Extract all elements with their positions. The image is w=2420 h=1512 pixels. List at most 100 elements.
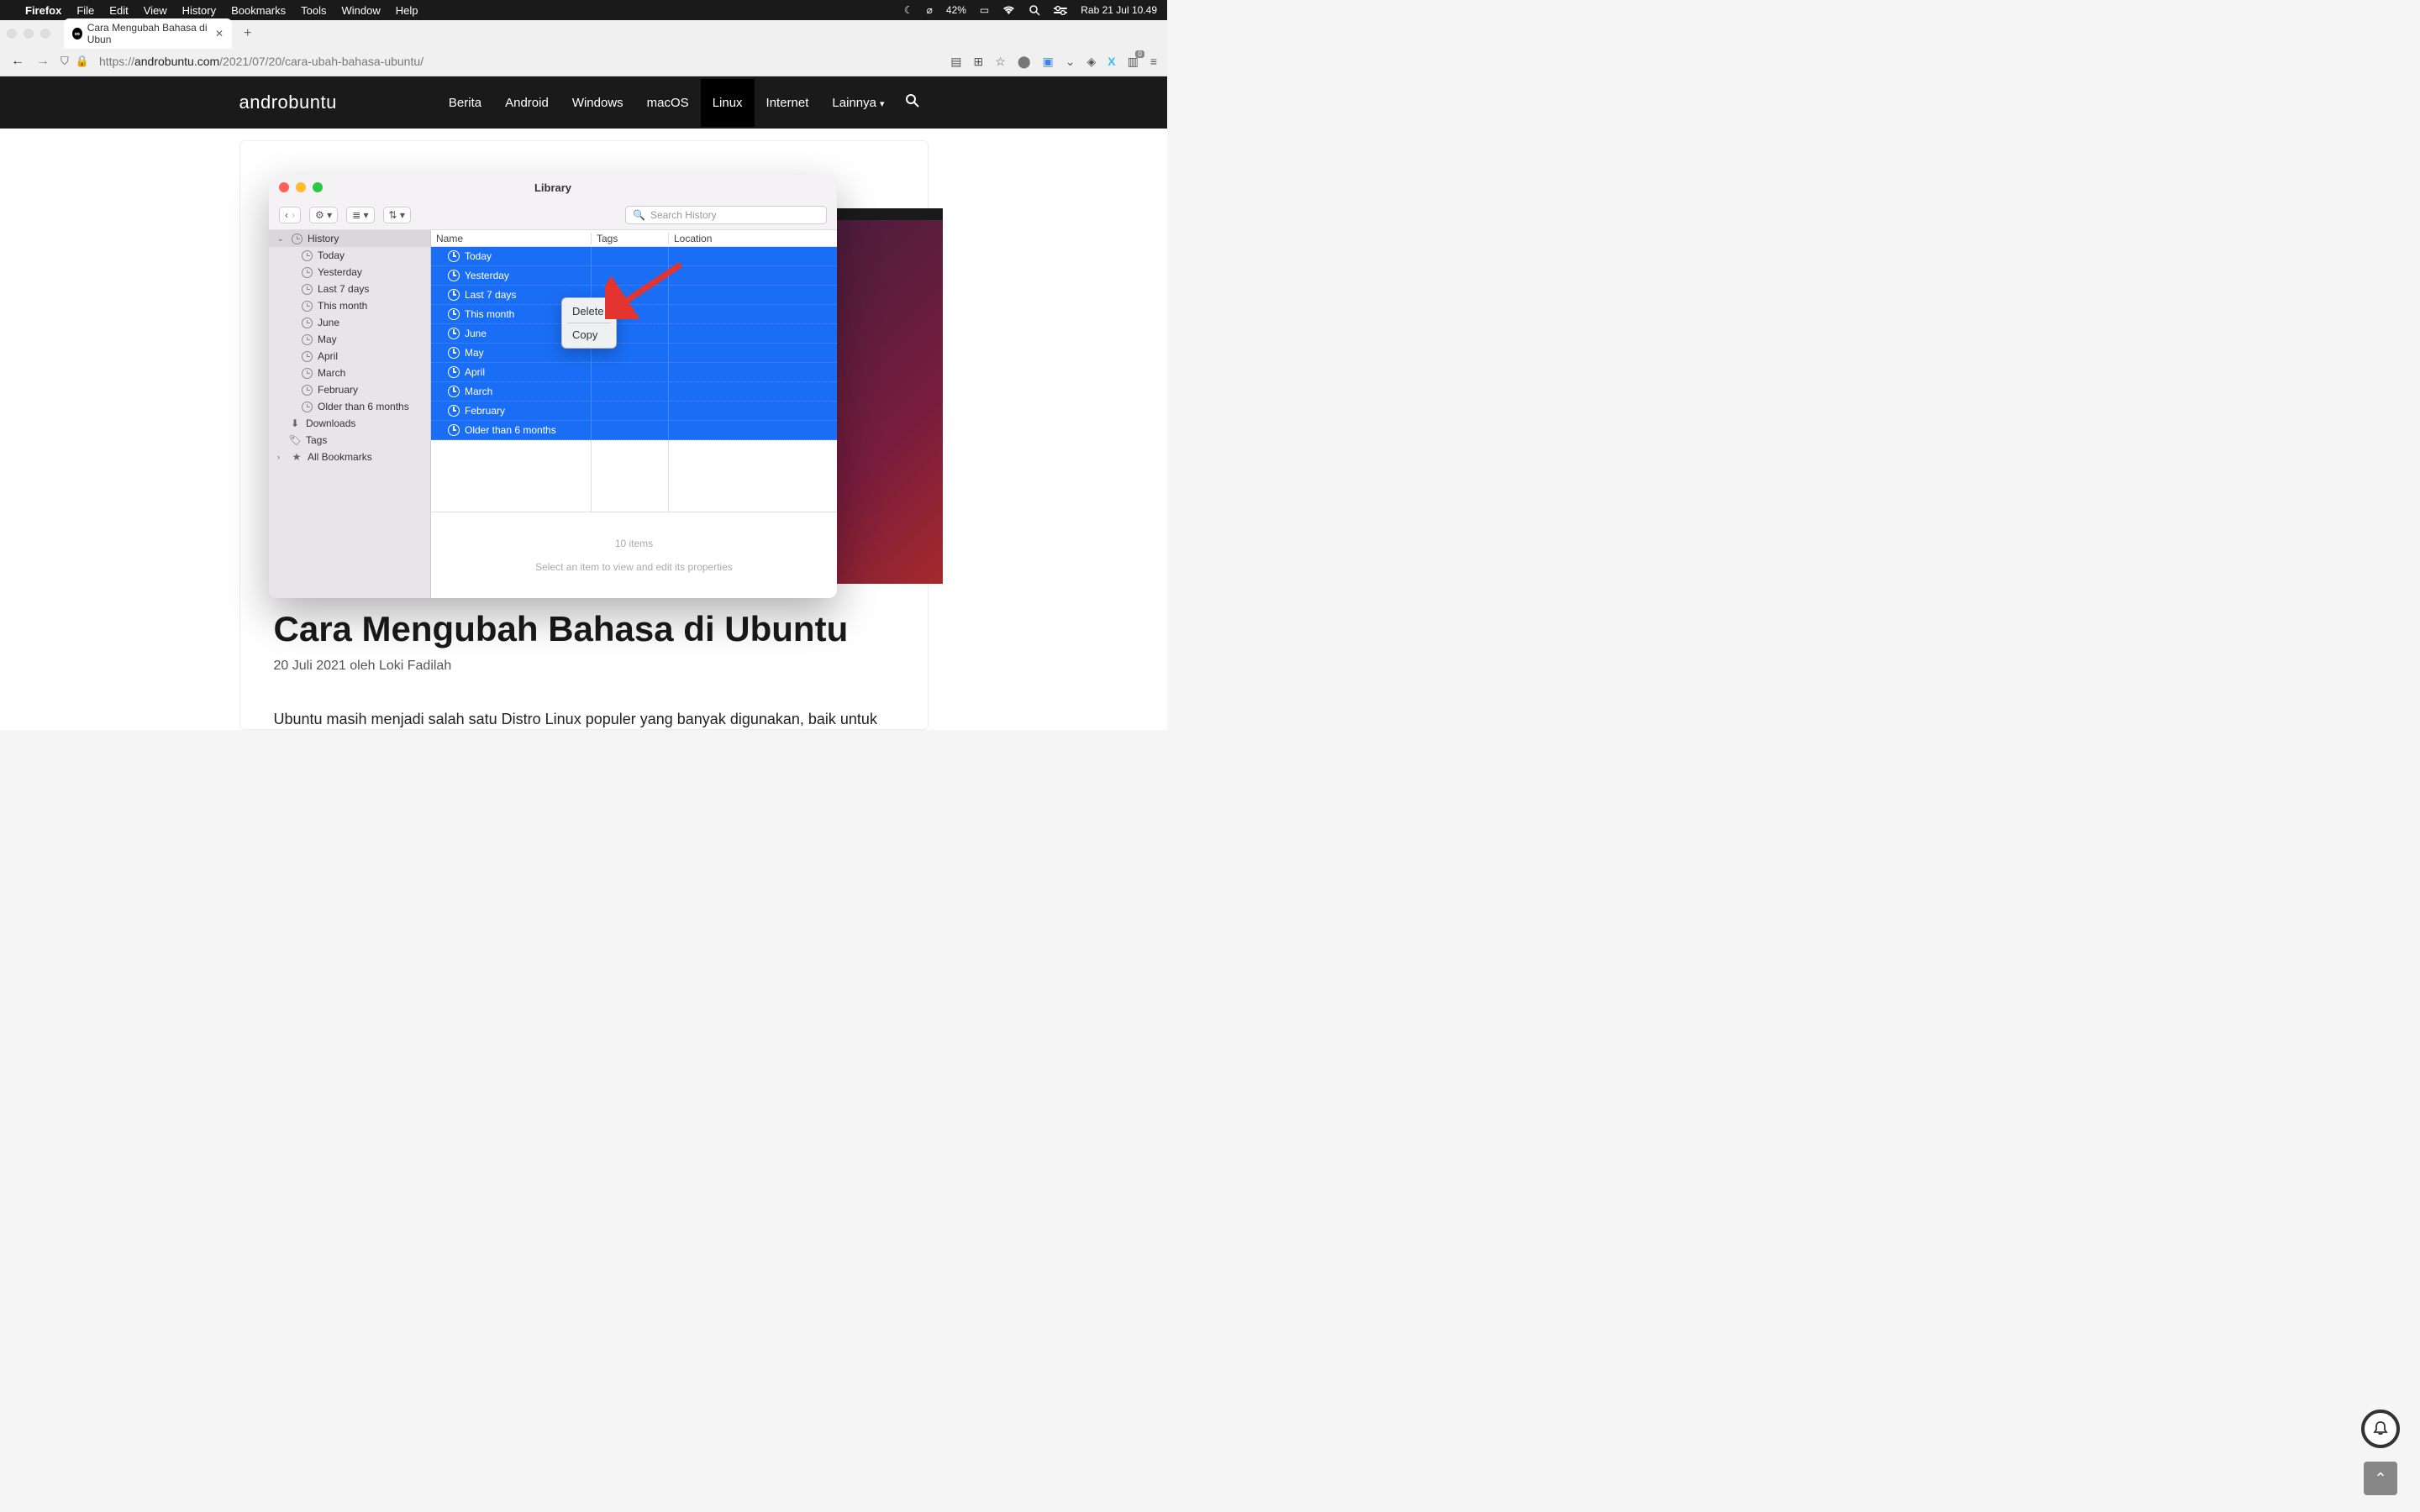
sidebar-older[interactable]: Older than 6 months — [269, 398, 430, 415]
notification-bell-button[interactable] — [2361, 1410, 2400, 1448]
library-item-count: 10 items — [431, 538, 837, 549]
library-button[interactable]: ▥0 — [1128, 55, 1139, 69]
extension-1-icon[interactable]: ⬤ — [1018, 55, 1031, 69]
nav-windows[interactable]: Windows — [560, 79, 635, 127]
library-toolbar: ‹ › ⚙︎ ▾ ≣ ▾ ⇅ ▾ 🔍 Search History — [269, 200, 837, 230]
menu-file[interactable]: File — [76, 4, 94, 17]
table-row[interactable]: Today — [431, 247, 837, 266]
sidebar-all-bookmarks[interactable]: ›★All Bookmarks — [269, 449, 430, 465]
article-author[interactable]: Loki Fadilah — [379, 659, 451, 673]
library-back-button[interactable]: ‹ — [285, 209, 288, 221]
table-row[interactable]: June — [431, 324, 837, 344]
sidebar-last-7-days[interactable]: Last 7 days — [269, 281, 430, 297]
library-main: Name Tags Location Today Yesterday Last … — [431, 230, 837, 598]
library-views-button[interactable]: ≣ ▾ — [346, 207, 374, 223]
sidebar-march[interactable]: March — [269, 365, 430, 381]
menubar-right: ☾ ⌀ 42% ▭ Rab 21 Jul 10.49 — [904, 4, 1157, 16]
menu-help[interactable]: Help — [396, 4, 418, 17]
menu-bookmarks[interactable]: Bookmarks — [231, 4, 286, 17]
table-row[interactable]: February — [431, 402, 837, 421]
menu-edit[interactable]: Edit — [109, 4, 128, 17]
sidebar-history[interactable]: ⌄ History — [269, 230, 430, 247]
menu-window[interactable]: Window — [342, 4, 381, 17]
library-nav-group: ‹ › — [279, 207, 301, 223]
battery-icon[interactable]: ▭ — [980, 4, 989, 16]
nav-forward-button[interactable]: → — [35, 54, 50, 69]
control-center-icon[interactable] — [1054, 6, 1067, 15]
library-empty-area[interactable] — [431, 440, 837, 512]
browser-tab[interactable]: ∞ Cara Mengubah Bahasa di Ubun ✕ — [64, 18, 232, 49]
spotlight-icon[interactable] — [1028, 4, 1040, 16]
site-search-button[interactable] — [897, 93, 929, 112]
lock-icon[interactable]: 🔒 — [76, 55, 89, 68]
library-hint: Select an item to view and edit its prop… — [431, 561, 837, 573]
context-delete[interactable]: Delete — [562, 302, 616, 321]
menubar-datetime[interactable]: Rab 21 Jul 10.49 — [1081, 4, 1157, 16]
library-search-input[interactable]: 🔍 Search History — [625, 206, 827, 224]
bluetooth-off-icon[interactable]: ⌀ — [927, 4, 933, 16]
sidebar-today[interactable]: Today — [269, 247, 430, 264]
library-forward-button[interactable]: › — [292, 209, 295, 221]
nav-berita[interactable]: Berita — [437, 79, 493, 127]
table-row[interactable]: Last 7 days — [431, 286, 837, 305]
sidebar-tags[interactable]: 🏷Tags — [269, 432, 430, 449]
menu-tools[interactable]: Tools — [301, 4, 326, 17]
library-organize-button[interactable]: ⚙︎ ▾ — [309, 207, 338, 223]
table-row[interactable]: March — [431, 382, 837, 402]
window-minimize-icon[interactable] — [24, 29, 34, 39]
sidebar-april[interactable]: April — [269, 348, 430, 365]
nav-back-button[interactable]: ← — [10, 54, 25, 69]
pocket-icon[interactable]: ⌄ — [1065, 55, 1076, 69]
table-row[interactable]: April — [431, 363, 837, 382]
context-copy[interactable]: Copy — [562, 325, 616, 344]
battery-percent[interactable]: 42% — [946, 4, 966, 16]
hamburger-menu-icon[interactable]: ≡ — [1150, 55, 1157, 68]
sidebar-yesterday[interactable]: Yesterday — [269, 264, 430, 281]
extension-x-icon[interactable]: X — [1107, 55, 1115, 68]
table-row[interactable]: This month — [431, 305, 837, 324]
window-close-icon[interactable] — [7, 29, 17, 39]
url-input[interactable]: https://androbuntu.com/2021/07/20/cara-u… — [99, 55, 940, 68]
sidebar-february[interactable]: February — [269, 381, 430, 398]
menu-view[interactable]: View — [144, 4, 167, 17]
nav-android[interactable]: Android — [493, 79, 560, 127]
clock-icon — [448, 250, 460, 262]
new-tab-button[interactable]: + — [237, 26, 258, 41]
tab-close-icon[interactable]: ✕ — [215, 28, 224, 39]
nav-macos[interactable]: macOS — [635, 79, 701, 127]
chevron-down-icon: ▾ — [880, 99, 885, 109]
article-paragraph: Ubuntu masih menjadi salah satu Distro L… — [274, 707, 894, 730]
site-logo[interactable]: androbuntu — [239, 92, 337, 113]
column-name[interactable]: Name — [431, 233, 592, 244]
reader-mode-icon[interactable]: ▤ — [950, 55, 961, 69]
extension-3-icon[interactable]: ◈ — [1086, 55, 1096, 69]
clock-icon — [302, 351, 313, 362]
sidebar-downloads[interactable]: ⬇Downloads — [269, 415, 430, 432]
scroll-to-top-button[interactable]: ⌃ — [2364, 1462, 2397, 1495]
menubar-app-name[interactable]: Firefox — [25, 4, 61, 17]
library-import-button[interactable]: ⇅ ▾ — [383, 207, 411, 223]
menu-history[interactable]: History — [182, 4, 216, 17]
table-row[interactable]: May — [431, 344, 837, 363]
column-tags[interactable]: Tags — [592, 233, 669, 244]
sidebar-may[interactable]: May — [269, 331, 430, 348]
nav-linux[interactable]: Linux — [701, 79, 755, 127]
grid-view-icon[interactable]: ⊞ — [974, 55, 984, 69]
site-nav: Berita Android Windows macOS Linux Inter… — [437, 79, 929, 127]
shield-icon[interactable]: ⛉ — [60, 55, 69, 68]
column-location[interactable]: Location — [669, 233, 837, 244]
url-path: /2021/07/20/cara-ubah-bahasa-ubuntu/ — [219, 55, 424, 68]
nav-internet[interactable]: Internet — [755, 79, 821, 127]
extension-2-icon[interactable]: ▣ — [1043, 55, 1054, 69]
sidebar-june[interactable]: June — [269, 314, 430, 331]
table-row[interactable]: Yesterday — [431, 266, 837, 286]
window-zoom-icon[interactable] — [40, 29, 50, 39]
nav-lainnya[interactable]: Lainnya▾ — [820, 79, 896, 127]
sidebar-this-month[interactable]: This month — [269, 297, 430, 314]
do-not-disturb-icon[interactable]: ☾ — [904, 4, 913, 16]
library-titlebar[interactable]: Library — [269, 175, 837, 200]
bookmark-star-icon[interactable]: ☆ — [995, 55, 1006, 69]
menubar-left: Firefox File Edit View History Bookmarks… — [10, 4, 418, 17]
wifi-icon[interactable] — [1002, 6, 1015, 15]
table-row[interactable]: Older than 6 months — [431, 421, 837, 440]
